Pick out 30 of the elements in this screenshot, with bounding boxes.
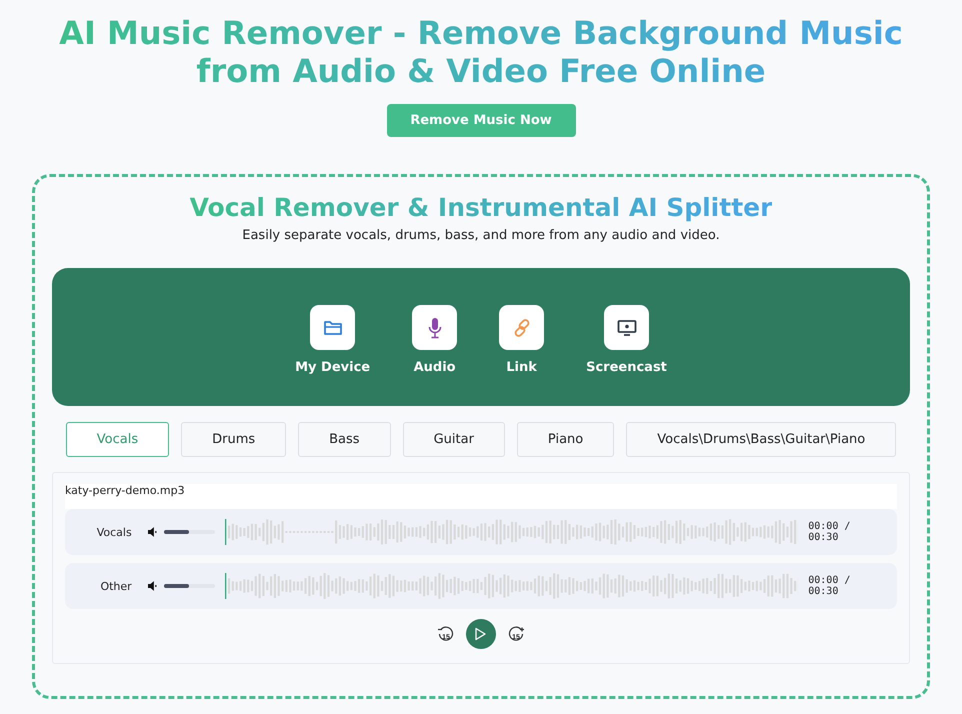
source-label: Link [506, 360, 537, 375]
volume-slider[interactable] [164, 530, 214, 534]
play-icon [474, 627, 486, 641]
volume-slider[interactable] [164, 584, 214, 588]
file-name: katy-perry-demo.mp3 [65, 484, 897, 509]
source-button[interactable] [604, 305, 649, 350]
speaker-icon [148, 581, 158, 591]
track-name: Other [99, 580, 132, 592]
folder-icon [322, 318, 343, 336]
source-label: My Device [295, 360, 370, 375]
tool-subtitle: Easily separate vocals, drums, bass, and more from any audio and video. [242, 228, 720, 243]
stem-tab[interactable]: Drums [181, 422, 286, 457]
stem-tab[interactable]: Vocals [66, 422, 170, 457]
speaker-icon [148, 527, 158, 537]
source-button[interactable] [310, 305, 356, 350]
stem-tab[interactable]: Bass [298, 422, 391, 457]
source-button[interactable] [499, 305, 544, 350]
stem-tab[interactable]: Vocals\Drums\Bass\Guitar\Piano [626, 422, 896, 457]
stem-tab[interactable]: Piano [516, 422, 614, 457]
source-button[interactable] [412, 305, 458, 350]
screen-icon [616, 318, 636, 336]
microphone-icon [428, 316, 442, 338]
track-name: Vocals [96, 526, 132, 538]
stem-tab[interactable]: Guitar [402, 422, 505, 457]
link-icon [512, 318, 532, 338]
play-button[interactable] [466, 619, 496, 649]
source-label: Screencast [586, 360, 667, 375]
track-time: 00:00 / 00:30 [808, 521, 852, 543]
track-time: 00:00 / 00:30 [808, 575, 852, 597]
source-label: Audio [414, 360, 456, 375]
